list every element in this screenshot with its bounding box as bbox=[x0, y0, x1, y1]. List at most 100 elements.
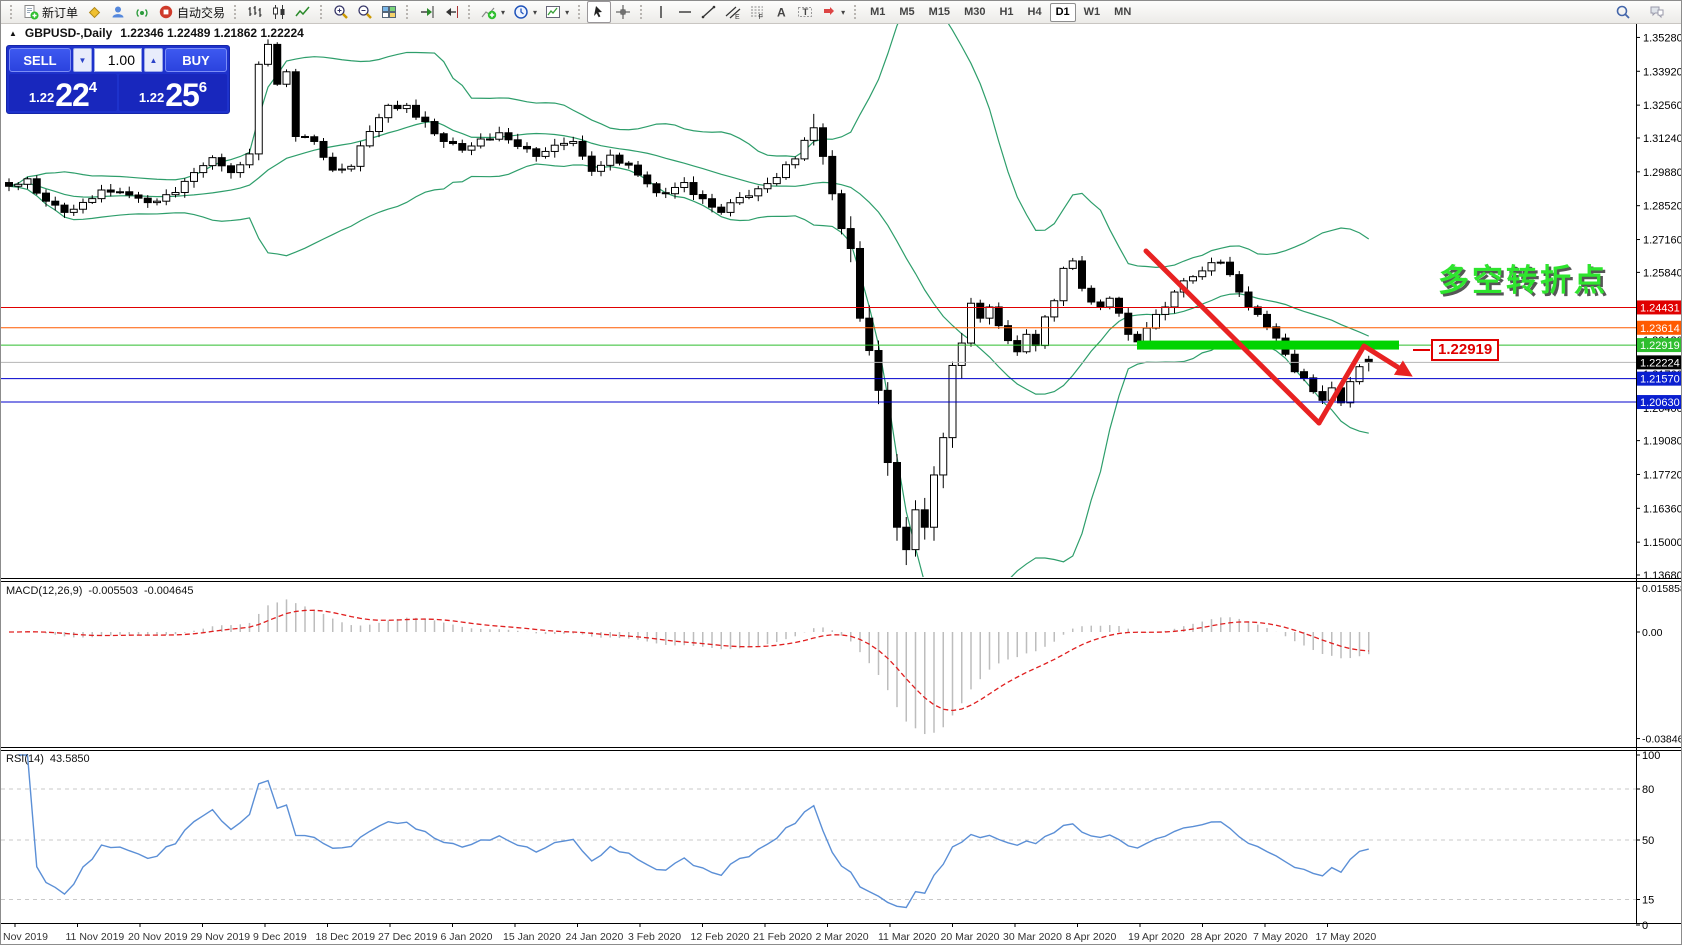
price-callout-box[interactable]: 1.22919 bbox=[1431, 339, 1500, 361]
chart-canvas[interactable]: 1.35280 1.33920 1.32560 1.31240 1.29880 1.285… bbox=[1, 1, 1682, 945]
periods-button[interactable]: ▾ bbox=[509, 1, 541, 23]
svg-text:15: 15 bbox=[1642, 895, 1654, 907]
chart-shift-button[interactable] bbox=[415, 1, 439, 23]
toolbar-group-grip bbox=[234, 5, 238, 19]
channel-icon: E bbox=[725, 4, 741, 20]
zoom-out-button[interactable] bbox=[353, 1, 377, 23]
rsi-name: RSI(14) bbox=[6, 753, 44, 765]
fibonacci-icon: F bbox=[749, 4, 765, 20]
channel-button[interactable]: E bbox=[721, 1, 745, 23]
svg-text:21 Feb 2020: 21 Feb 2020 bbox=[753, 931, 812, 943]
sell-price-big: 22 bbox=[55, 77, 90, 113]
svg-text:17 May 2020: 17 May 2020 bbox=[1316, 931, 1377, 943]
timeframe-W1[interactable]: W1 bbox=[1078, 3, 1107, 22]
chevron-down-icon[interactable]: ▾ bbox=[565, 8, 569, 17]
periods-icon bbox=[513, 4, 529, 20]
vline-button[interactable] bbox=[649, 1, 673, 23]
gold-button[interactable] bbox=[82, 1, 106, 23]
sell-button[interactable]: SELL bbox=[9, 48, 71, 72]
hline-button[interactable] bbox=[673, 1, 697, 23]
timeframe-M1[interactable]: M1 bbox=[864, 3, 891, 22]
svg-text:24 Jan 2020: 24 Jan 2020 bbox=[566, 931, 624, 943]
community-button[interactable] bbox=[106, 1, 130, 23]
volume-input[interactable]: 1.00 bbox=[94, 48, 142, 72]
chat-icon[interactable] bbox=[1645, 1, 1669, 23]
text-label-icon: T bbox=[797, 4, 813, 20]
rsi-label: RSI(14) 43.5850 bbox=[6, 753, 90, 765]
crosshair-button[interactable] bbox=[611, 1, 635, 23]
support-zone-bar[interactable] bbox=[1137, 340, 1399, 350]
macd-panel bbox=[8, 599, 1370, 735]
ohlc-readout: 1.22346 1.22489 1.21862 1.22224 bbox=[120, 26, 304, 40]
buy-price-base: 1.22 bbox=[138, 90, 165, 105]
timeframe-H4[interactable]: H4 bbox=[1022, 3, 1048, 22]
buy-button[interactable]: BUY bbox=[165, 48, 227, 72]
macd-main-value: -0.005503 bbox=[88, 585, 138, 597]
svg-text:0.00: 0.00 bbox=[1642, 627, 1663, 639]
rsi-value: 43.5850 bbox=[49, 753, 90, 765]
zoom-in-icon bbox=[333, 4, 349, 20]
vline-icon bbox=[653, 4, 669, 20]
svg-text:1.35280: 1.35280 bbox=[1643, 32, 1682, 44]
candlestick-button[interactable] bbox=[267, 1, 291, 23]
trendline-button[interactable] bbox=[697, 1, 721, 23]
text-button[interactable]: A bbox=[769, 1, 793, 23]
timeframe-M15[interactable]: M15 bbox=[923, 3, 956, 22]
trend-annotation[interactable] bbox=[1143, 248, 1430, 426]
svg-text:19 Apr 2020: 19 Apr 2020 bbox=[1128, 931, 1185, 943]
toolbar-group-grip bbox=[854, 5, 858, 19]
volume-decrease-button[interactable]: ▼ bbox=[73, 48, 92, 72]
panel-toggle-arrow[interactable]: ▲ bbox=[9, 29, 17, 38]
sell-price-base: 1.22 bbox=[28, 90, 55, 105]
chevron-down-icon[interactable]: ▾ bbox=[501, 8, 505, 17]
svg-text:29 Nov 2019: 29 Nov 2019 bbox=[191, 931, 251, 943]
indicators-button[interactable]: ▾ bbox=[477, 1, 509, 23]
level-lines[interactable] bbox=[1, 306, 1636, 403]
timeframe-H1[interactable]: H1 bbox=[993, 3, 1019, 22]
shapes-button[interactable]: ▾ bbox=[817, 1, 849, 23]
svg-text:-0.038465: -0.038465 bbox=[1642, 734, 1682, 746]
auto-scroll-button[interactable] bbox=[439, 1, 463, 23]
rsi-axis[interactable]: 100 80 50 15 0 bbox=[1636, 750, 1660, 932]
svg-text:1.24431: 1.24431 bbox=[1640, 302, 1680, 314]
timeframe-D1[interactable]: D1 bbox=[1049, 2, 1076, 22]
volume-increase-button[interactable]: ▲ bbox=[144, 48, 163, 72]
chevron-down-icon[interactable]: ▾ bbox=[533, 8, 537, 17]
timeframe-MN[interactable]: MN bbox=[1108, 3, 1137, 22]
svg-text:20 Nov 2019: 20 Nov 2019 bbox=[128, 931, 188, 943]
zoom-out-icon bbox=[357, 4, 373, 20]
svg-text:Nov 2019: Nov 2019 bbox=[3, 931, 48, 943]
new-order-button[interactable]: 新订单 bbox=[19, 1, 82, 23]
date-axis[interactable]: Nov 2019 11 Nov 2019 20 Nov 2019 29 Nov 201… bbox=[3, 923, 1376, 943]
signal-button[interactable] bbox=[130, 1, 154, 23]
svg-text:1.32560: 1.32560 bbox=[1643, 100, 1682, 112]
text-icon: A bbox=[773, 4, 789, 20]
tile-windows-button[interactable] bbox=[377, 1, 401, 23]
macd-axis[interactable]: 0.015858 0.00 -0.038465 bbox=[1636, 583, 1682, 746]
templates-button[interactable]: ▾ bbox=[541, 1, 573, 23]
toolbar-group-grip bbox=[10, 5, 14, 19]
new-order-icon bbox=[23, 4, 39, 20]
cursor-button[interactable] bbox=[587, 1, 612, 23]
timeframe-M30[interactable]: M30 bbox=[958, 3, 991, 22]
chevron-down-icon[interactable]: ▾ bbox=[841, 8, 845, 17]
line-chart-button[interactable] bbox=[291, 1, 315, 23]
buy-price-pip: 6 bbox=[198, 79, 208, 96]
text-label-button[interactable]: T bbox=[793, 1, 817, 23]
shapes-icon bbox=[821, 4, 837, 20]
trendline-icon bbox=[701, 4, 717, 20]
crosshair-icon bbox=[615, 4, 631, 20]
toolbar-group-grip bbox=[578, 5, 582, 19]
bar-chart-button[interactable] bbox=[243, 1, 267, 23]
zoom-in-button[interactable] bbox=[329, 1, 353, 23]
price-axis[interactable]: 1.35280 1.33920 1.32560 1.31240 1.29880 1.285… bbox=[1636, 32, 1682, 582]
sell-price-display[interactable]: 1.22 22 4 bbox=[9, 74, 117, 111]
timeframe-M5[interactable]: M5 bbox=[893, 3, 920, 22]
svg-text:1.13680: 1.13680 bbox=[1643, 570, 1682, 582]
buy-price-display[interactable]: 1.22 25 6 bbox=[119, 74, 227, 111]
search-icon[interactable] bbox=[1611, 1, 1635, 23]
candlestick-icon bbox=[271, 4, 287, 20]
svg-text:15 Jan 2020: 15 Jan 2020 bbox=[503, 931, 561, 943]
fibonacci-button[interactable]: F bbox=[745, 1, 769, 23]
autotrade-button[interactable]: 自动交易 bbox=[154, 1, 229, 23]
